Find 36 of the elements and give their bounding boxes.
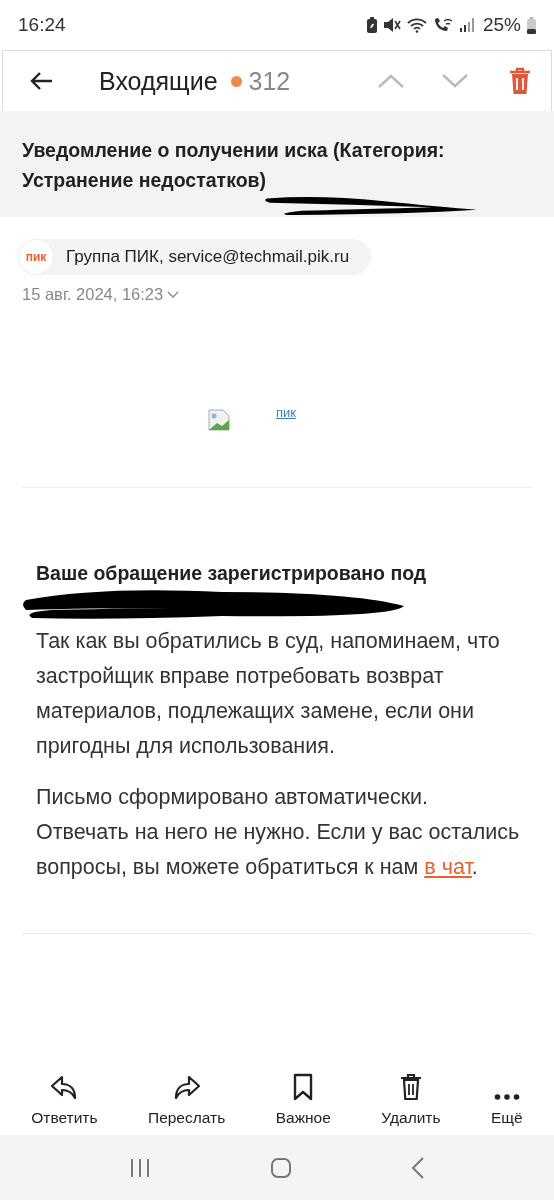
unread-dot xyxy=(230,75,242,87)
action-button[interactable]: Ответить xyxy=(27,1065,102,1127)
logo-link[interactable]: пик xyxy=(276,405,296,420)
message-paragraph: Так как вы обратились в суд, напоминаем, что застройщик вправе потребовать возврат материалов, подлежащих замене, если они пригодны для использования. xyxy=(36,628,501,760)
bookmark-icon xyxy=(293,1073,314,1101)
back-icon[interactable] xyxy=(410,1155,425,1180)
home-icon[interactable] xyxy=(270,1156,292,1179)
battery-saver-icon xyxy=(366,17,377,33)
action-button[interactable]: Важное xyxy=(271,1065,335,1127)
unread-count: 312 xyxy=(248,66,291,96)
battery-icon xyxy=(527,16,536,34)
message-heading: Ваше обращение зарегистрировано под xyxy=(36,561,428,586)
email-subject: Уведомление о получении иска (Категория: Устранение недостатков) xyxy=(22,138,446,193)
folder-title: Входящие xyxy=(99,66,218,96)
message-paragraph: Письмо сформировано автоматически. Отвечать на него не нужно. Если у вас остались вопросы, вы можете обратиться к нам в чат. xyxy=(36,784,521,881)
reply-icon xyxy=(50,1075,79,1101)
action-button[interactable]: Удалить xyxy=(377,1065,445,1127)
email-date[interactable]: 15 авг. 2024, 16:23 xyxy=(0,275,202,304)
action-button[interactable]: Переслать xyxy=(144,1065,230,1127)
wifi-call-icon xyxy=(432,17,453,33)
signal-icon xyxy=(458,17,475,33)
action-button[interactable]: Ещё xyxy=(487,1065,527,1127)
sender-logo: пик xyxy=(18,239,54,275)
forward-icon xyxy=(172,1075,201,1101)
broken-image-icon xyxy=(208,409,230,431)
delete-icon[interactable] xyxy=(509,67,531,95)
recent-apps-icon[interactable] xyxy=(129,1157,152,1178)
delete-icon xyxy=(399,1073,422,1101)
mute-icon xyxy=(382,17,401,33)
chevron-down-icon xyxy=(167,290,180,299)
more-icon xyxy=(493,1093,520,1101)
wifi-icon xyxy=(406,17,427,33)
sender-chip[interactable]: пик Группа ПИК, service@techmail.pik.ru xyxy=(18,239,372,275)
status-time: 16:24 xyxy=(18,14,66,36)
battery-level: 25% xyxy=(482,14,521,36)
back-arrow-icon[interactable] xyxy=(29,71,53,91)
